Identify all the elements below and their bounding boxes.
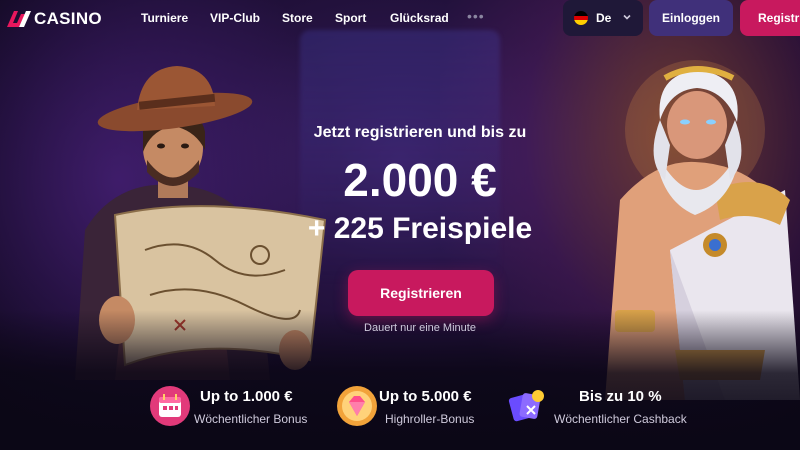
logo-mark-icon bbox=[7, 11, 31, 27]
cashback-cards-icon bbox=[508, 390, 544, 422]
benefit-title: Bis zu 10 % bbox=[579, 388, 662, 405]
hero-duration-note: Dauert nur eine Minute bbox=[364, 322, 476, 334]
top-navigation-bar: CASINO Turniere VIP-Club Store Sport Glü… bbox=[0, 0, 800, 36]
brand-logo[interactable]: CASINO bbox=[6, 9, 102, 29]
calendar-gift-icon bbox=[150, 386, 190, 426]
benefit-title: Up to 5.000 € bbox=[379, 388, 472, 405]
benefit-title: Up to 1.000 € bbox=[200, 388, 293, 405]
benefit-highroller-bonus: Up to 5.000 € Highroller-Bonus bbox=[335, 384, 515, 434]
hero-bonus-amount: 2.000 € bbox=[343, 154, 497, 206]
register-button-header[interactable]: Registrieren bbox=[740, 0, 800, 36]
hero-subtitle: Jetzt registrieren und bis zu bbox=[313, 124, 527, 141]
language-selector[interactable]: De bbox=[563, 0, 643, 36]
logo-text: CASINO bbox=[34, 9, 102, 28]
benefit-weekly-bonus: Up to 1.000 € Wöchentlicher Bonus bbox=[148, 384, 328, 434]
chevron-down-icon bbox=[623, 14, 631, 20]
more-menu-icon[interactable]: ••• bbox=[467, 8, 485, 24]
benefit-subtitle: Wöchentlicher Bonus bbox=[194, 412, 308, 426]
nav-item-turniere[interactable]: Turniere bbox=[141, 11, 188, 25]
hero-free-spins: + 225 Freispiele bbox=[307, 212, 533, 245]
diamond-icon bbox=[337, 386, 377, 426]
benefit-subtitle: Highroller-Bonus bbox=[385, 412, 475, 426]
german-flag-icon bbox=[574, 11, 588, 25]
nav-item-gluecksrad[interactable]: Glücksrad bbox=[390, 11, 449, 25]
nav-item-store[interactable]: Store bbox=[282, 11, 313, 25]
benefit-subtitle: Wöchentlicher Cashback bbox=[554, 412, 687, 426]
login-button[interactable]: Einloggen bbox=[649, 0, 733, 36]
nav-item-sport[interactable]: Sport bbox=[335, 11, 366, 25]
register-cta-button[interactable]: Registrieren bbox=[348, 270, 494, 316]
language-label: De bbox=[596, 11, 612, 25]
benefit-weekly-cashback: Bis zu 10 % Wöchentlicher Cashback bbox=[505, 384, 705, 434]
nav-item-vip-club[interactable]: VIP-Club bbox=[210, 11, 260, 25]
